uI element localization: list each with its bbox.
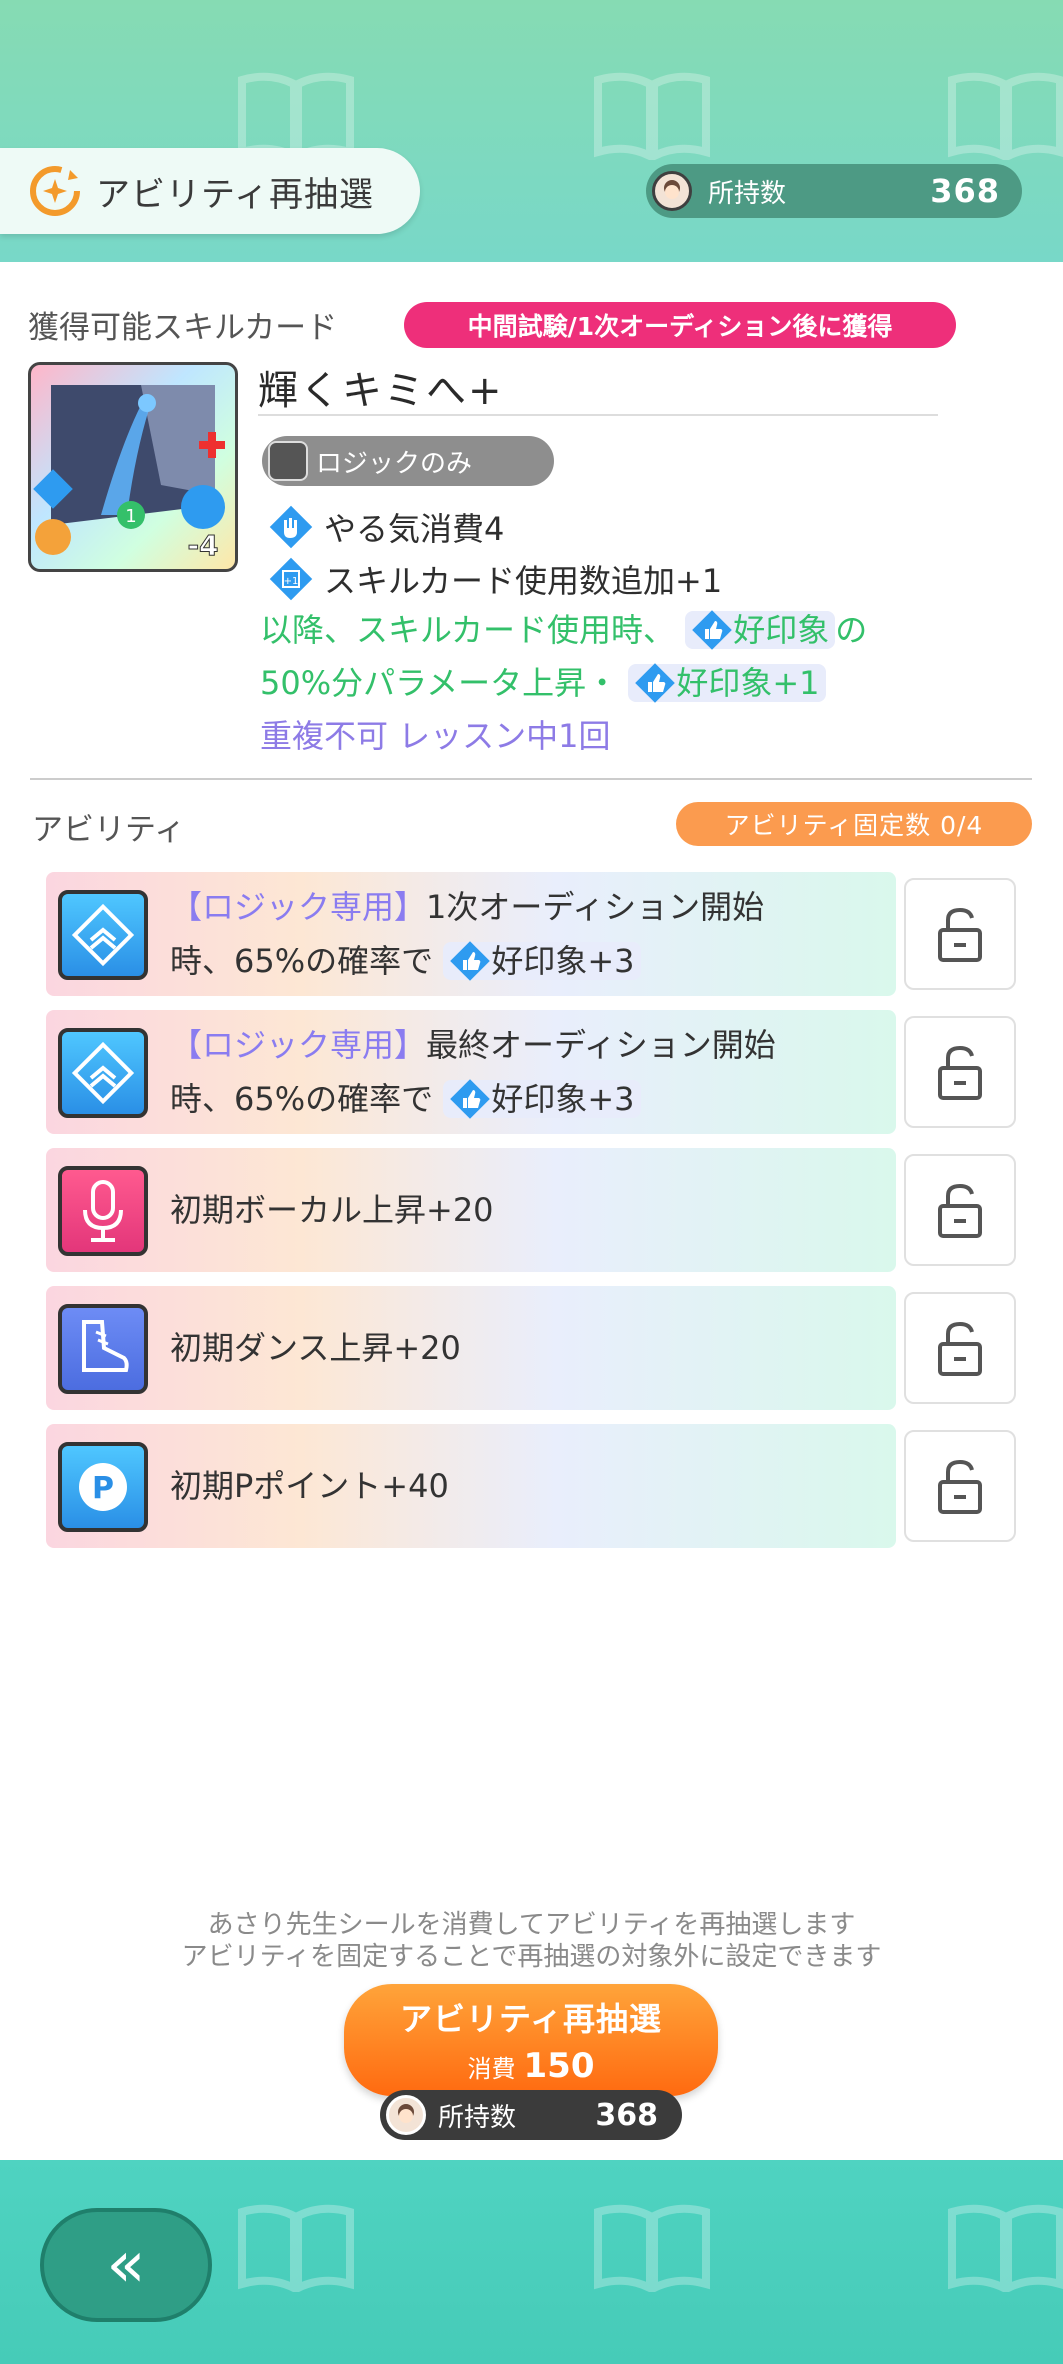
unlock-icon (938, 1459, 982, 1514)
book-icon (948, 72, 1063, 160)
impression-icon (692, 610, 733, 650)
unlock-icon (938, 907, 982, 962)
header-title-pill: アビリティ再抽選 (0, 148, 420, 234)
avatar (386, 2095, 426, 2135)
reroll-button[interactable]: アビリティ再抽選 消費 150 (344, 1984, 718, 2096)
card-cost-badge: -4 (187, 529, 218, 562)
desc-line1-b: の (835, 611, 868, 649)
lock-button[interactable] (904, 878, 1016, 990)
microphone-icon (58, 1166, 148, 1256)
book-icon (948, 2204, 1063, 2292)
lock-button[interactable] (904, 1292, 1016, 1404)
ability-text: 【ロジック専用】1次オーディション開始 時、65%の確率で 好印象+3 (170, 872, 890, 996)
svg-text:P: P (92, 1471, 114, 1506)
ability-line2: 時、65%の確率で (170, 1080, 434, 1118)
desc-line1-a: 以降、スキルカード使用時、 (260, 611, 676, 649)
ability-text: 【ロジック専用】最終オーディション開始 時、65%の確率で 好印象+3 (170, 1010, 890, 1134)
logic-diamond-icon (58, 890, 148, 980)
impression-icon (450, 941, 491, 981)
main-panel: 獲得可能スキルカード 中間試験/1次オーディション後に獲得 1 -4 輝くキミへ… (0, 262, 1063, 2160)
notice-line2: アビリティを固定することで再抽選の対象外に設定できます (181, 1942, 882, 1972)
lock-button[interactable] (904, 1016, 1016, 1128)
impression-icon (635, 663, 676, 703)
ability-tag: 【ロジック専用】 (170, 888, 427, 926)
avatar (652, 171, 692, 211)
card-count-badge: 1 (125, 506, 136, 527)
footer-owned-value: 368 (595, 2097, 658, 2133)
lock-button[interactable] (904, 1154, 1016, 1266)
unlock-icon (938, 1183, 982, 1238)
effect-motivation: やる気消費4 (268, 504, 504, 550)
skill-card-plus-icon: +1 (269, 557, 313, 601)
footer-owned-count: 所持数 368 (380, 2090, 682, 2140)
skill-card-art: 1 -4 (33, 385, 225, 563)
ability-text: 初期ボーカル上昇+20 (170, 1191, 494, 1229)
ability-item[interactable]: 初期ダンス上昇+20 (46, 1286, 896, 1410)
ability-fixed-count-badge: アビリティ固定数 0/4 (676, 802, 1032, 846)
acquire-timing-badge: 中間試験/1次オーディション後に獲得 (404, 302, 956, 348)
section-divider (30, 778, 1032, 780)
unlock-icon (938, 1321, 982, 1376)
desc-line2-a: 50%分パラメータ上昇・ (260, 664, 619, 702)
desc-impression: 好印象 (733, 611, 830, 649)
skill-card-section-label: 獲得可能スキルカード (28, 310, 338, 346)
ability-effect: 好印象+3 (491, 1080, 635, 1118)
ability-section-label: アビリティ (32, 812, 186, 848)
reroll-button-label: アビリティ再抽選 (399, 2000, 663, 2038)
book-icon (594, 2204, 710, 2292)
reroll-cost: 消費 150 (344, 2046, 718, 2086)
effect-text: やる気消費4 (324, 510, 505, 548)
ability-effect: 好印象+3 (491, 942, 635, 980)
reroll-cost-value: 150 (523, 2046, 595, 2086)
plan-tag: ロジックのみ (262, 436, 554, 486)
top-band: アビリティ再抽選 所持数 368 (0, 0, 1063, 262)
ability-item[interactable]: 【ロジック専用】1次オーディション開始 時、65%の確率で 好印象+3 (46, 872, 896, 996)
motivation-icon (269, 505, 313, 549)
ability-line1: 最終オーディション開始 (426, 1026, 776, 1064)
ability-line1: 1次オーディション開始 (426, 888, 765, 926)
ability-item[interactable]: P 初期Pポイント+40 (46, 1424, 896, 1548)
owned-count-pill: 所持数 368 (646, 164, 1022, 218)
book-icon (238, 2204, 354, 2292)
book-icon (238, 72, 354, 160)
ability-text: 初期Pポイント+40 (170, 1467, 449, 1505)
logic-icon (268, 441, 308, 481)
dance-shoe-icon (58, 1304, 148, 1394)
name-divider (258, 414, 938, 416)
plan-tag-label: ロジックのみ (316, 448, 473, 479)
ability-line2: 時、65%の確率で (170, 942, 434, 980)
ability-tag: 【ロジック専用】 (170, 1026, 427, 1064)
skill-card-description: 以降、スキルカード使用時、 好印象の 50%分パラメータ上昇・ 好印象+1 重複… (260, 604, 980, 763)
unlock-icon (938, 1045, 982, 1100)
ability-item[interactable]: 【ロジック専用】最終オーディション開始 時、65%の確率で 好印象+3 (46, 1010, 896, 1134)
footer-owned-label: 所持数 (438, 2102, 517, 2133)
p-point-icon: P (58, 1442, 148, 1532)
reroll-icon (30, 166, 80, 216)
skill-card-name: 輝くキミへ+ (258, 368, 504, 414)
desc-impression-plus: 好印象+1 (676, 664, 820, 702)
skill-card-image[interactable]: 1 -4 (28, 362, 238, 572)
owned-count-value: 368 (930, 172, 1000, 210)
svg-text:+1: +1 (284, 576, 299, 587)
logic-diamond-icon (58, 1028, 148, 1118)
ability-text: 初期ダンス上昇+20 (170, 1329, 461, 1367)
desc-line3: 重複不可 レッスン中1回 (260, 717, 611, 755)
effect-skill-card-use: +1 スキルカード使用数追加+1 (268, 556, 722, 602)
effect-text: スキルカード使用数追加+1 (324, 562, 723, 600)
book-icon (594, 72, 710, 160)
lock-button[interactable] (904, 1430, 1016, 1542)
impression-icon (450, 1079, 491, 1119)
page-title: アビリティ再抽選 (96, 174, 374, 215)
back-button[interactable]: « (40, 2208, 212, 2322)
owned-count-label: 所持数 (708, 178, 787, 209)
reroll-cost-label: 消費 (467, 2055, 516, 2083)
back-chevron-icon: « (106, 2228, 146, 2302)
ability-item[interactable]: 初期ボーカル上昇+20 (46, 1148, 896, 1272)
